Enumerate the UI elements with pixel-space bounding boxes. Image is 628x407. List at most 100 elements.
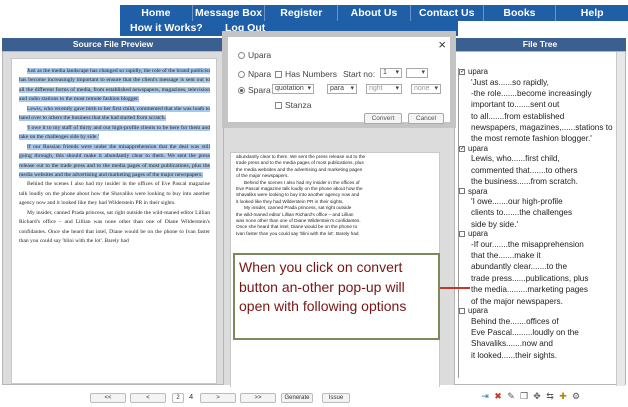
tree-node[interactable]: ✓ upara (459, 67, 619, 77)
radio-spara[interactable] (238, 86, 245, 94)
tree-node[interactable]: upara (459, 306, 619, 316)
nav-how-it-works[interactable]: How it Works? (130, 21, 203, 36)
page-number-input[interactable]: 2 (172, 393, 184, 403)
tag-icon[interactable]: ✚ (558, 391, 568, 401)
first-page-button[interactable]: << (90, 393, 126, 403)
start-no-format-select[interactable] (406, 68, 428, 78)
option-npara[interactable]: Npara (238, 69, 271, 79)
tree-leaf[interactable]: that the.......make it (459, 250, 619, 261)
copy-icon[interactable]: ❐ (519, 391, 529, 401)
app-root: Home Message Box Register About Us Conta… (0, 0, 628, 407)
option-upara-label: Upara (248, 50, 272, 60)
move-icon[interactable]: ✥ (532, 391, 542, 401)
align-select[interactable]: right (366, 84, 402, 94)
option-upara[interactable]: Upara (238, 50, 271, 60)
convert-options-popup: × Upara Npara Has Numbers Start no: 1 Sp… (222, 31, 456, 128)
tree-leaf[interactable]: abundantly clear.......to the (459, 261, 619, 272)
tree-leaf[interactable]: Lewis, who......first child, (459, 153, 619, 164)
stanza-checkbox[interactable] (275, 101, 282, 109)
stanza-option[interactable]: Stanza (275, 100, 311, 110)
para-select[interactable]: para (327, 84, 357, 94)
tree-leaf[interactable]: clients to.......the challenges (459, 207, 619, 218)
source-paragraph[interactable]: My insider, canned Prada princess, sat r… (19, 209, 210, 247)
file-tree-scrollbar[interactable] (616, 52, 625, 386)
tree-node-label: upara (468, 229, 488, 239)
tree-leaf[interactable]: Behind the.......offices of (459, 316, 619, 327)
nav-home[interactable]: Home (120, 5, 193, 21)
output-line: Ivan faster than you could say 'blini wi… (236, 230, 359, 236)
tree-node-checkbox[interactable] (459, 307, 465, 314)
prev-page-button[interactable]: < (130, 393, 166, 403)
tree-node-label: upara (468, 143, 488, 153)
nav-books[interactable]: Books (484, 5, 557, 21)
next-page-button[interactable]: > (200, 393, 236, 403)
radio-upara[interactable] (238, 51, 245, 59)
close-icon[interactable]: × (438, 37, 446, 52)
generate-button[interactable]: Generate (281, 393, 313, 403)
option-npara-label: Npara (248, 69, 272, 79)
page-total: 4 (189, 392, 194, 401)
start-no-select[interactable]: 1 (380, 68, 402, 78)
nav-register[interactable]: Register (265, 5, 339, 21)
tree-tools: ⇥ ✖ ✎ ❐ ✥ ⇆ ✚ ⚙ (480, 391, 581, 401)
tree-leaf[interactable]: -If our.......the misapprehension (459, 239, 619, 250)
tree-leaf[interactable]: Shavaliks.......now and (459, 338, 619, 349)
cancel-button[interactable]: Cancel (408, 113, 444, 124)
tree-node[interactable]: upara (459, 229, 619, 239)
source-paragraph[interactable]: 'I owe it to my staff of thirty and our … (19, 124, 210, 143)
tree-node-label: upara (468, 306, 488, 316)
split-icon[interactable]: ⇆ (545, 391, 555, 401)
source-paragraph[interactable]: Lewis, who recently gave birth to her fi… (19, 105, 210, 124)
tree-leaf[interactable]: the media.........marketing pages (459, 284, 619, 295)
tree-leaf[interactable]: important to.......sent out (459, 99, 619, 110)
settings-icon[interactable]: ⚙ (571, 391, 581, 401)
tree-leaf[interactable]: newspapers, magazines,......stations to (459, 122, 619, 133)
option-spara-label: Spara (248, 85, 271, 95)
start-no-label: Start no: (343, 69, 376, 79)
nav-help[interactable]: Help (556, 5, 628, 21)
nav-message-box[interactable]: Message Box (193, 5, 266, 21)
tree-leaf[interactable]: -the role.......become increasingly (459, 88, 619, 99)
has-numbers-option[interactable]: Has Numbers (275, 69, 337, 79)
nav-about-us[interactable]: About Us (338, 5, 411, 21)
tree-node[interactable]: ✓ upara (459, 143, 619, 154)
tree-leaf[interactable]: 'I owe.......our high-profile (459, 196, 619, 207)
source-paragraph[interactable]: Behind the scenes I also had my insider … (19, 180, 210, 208)
tree-leaf[interactable]: Eve Pascal.........loudly on the (459, 327, 619, 338)
add-node-icon[interactable]: ⇥ (480, 391, 490, 401)
quotation-select[interactable]: quotation (272, 84, 314, 94)
has-numbers-checkbox[interactable] (275, 70, 282, 78)
tree-leaf[interactable]: 'Just as......so rapidly, (459, 77, 619, 88)
file-tree-header: File Tree (454, 38, 626, 51)
tree-node-label: upara (468, 67, 488, 76)
file-tree-panel: ✓ upara 'Just as......so rapidly, -the role… (454, 51, 626, 386)
stanza-label: Stanza (285, 100, 312, 110)
delete-icon[interactable]: ✖ (493, 391, 503, 401)
source-paragraph[interactable]: If our Russian friends were under the mi… (19, 143, 210, 181)
convert-button[interactable]: Convert (364, 113, 402, 124)
tree-leaf[interactable]: commented that.......to others (459, 165, 619, 176)
top-nav: Home Message Box Register About Us Conta… (120, 5, 628, 21)
tree-node-checkbox[interactable] (459, 188, 465, 195)
last-page-button[interactable]: >> (240, 393, 276, 403)
tree-leaf[interactable]: to all.......from established (459, 111, 619, 122)
tree-node-checkbox[interactable]: ✓ (459, 68, 465, 75)
source-paragraph[interactable]: Just as the media landscape has changed … (19, 67, 210, 105)
none-select[interactable]: none (411, 84, 441, 94)
annotation-callout: When you click on convert button an-othe… (233, 253, 440, 340)
tree-node-checkbox[interactable]: ✓ (459, 145, 465, 152)
annotation-arrow (440, 287, 470, 289)
tree-leaf[interactable]: trade press......publications, plus (459, 273, 619, 284)
bottom-toolbar: << < 2 4 > >> Generate Issue ⇥ ✖ ✎ ❐ ✥ ⇆… (0, 387, 628, 407)
issue-button[interactable]: Issue (322, 393, 350, 403)
file-tree: ✓ upara 'Just as......so rapidly, -the role… (459, 67, 619, 361)
edit-icon[interactable]: ✎ (506, 391, 516, 401)
radio-npara[interactable] (238, 70, 245, 78)
option-spara[interactable]: Spara (238, 85, 271, 95)
tree-leaf[interactable]: it looked......their sights. (459, 350, 619, 361)
tree-node-label: spara (468, 186, 488, 196)
tree-node-checkbox[interactable] (459, 231, 465, 238)
tree-node[interactable]: spara (459, 186, 619, 197)
nav-contact-us[interactable]: Contact Us (411, 5, 484, 21)
source-page: Just as the media landscape has changed … (11, 58, 217, 384)
